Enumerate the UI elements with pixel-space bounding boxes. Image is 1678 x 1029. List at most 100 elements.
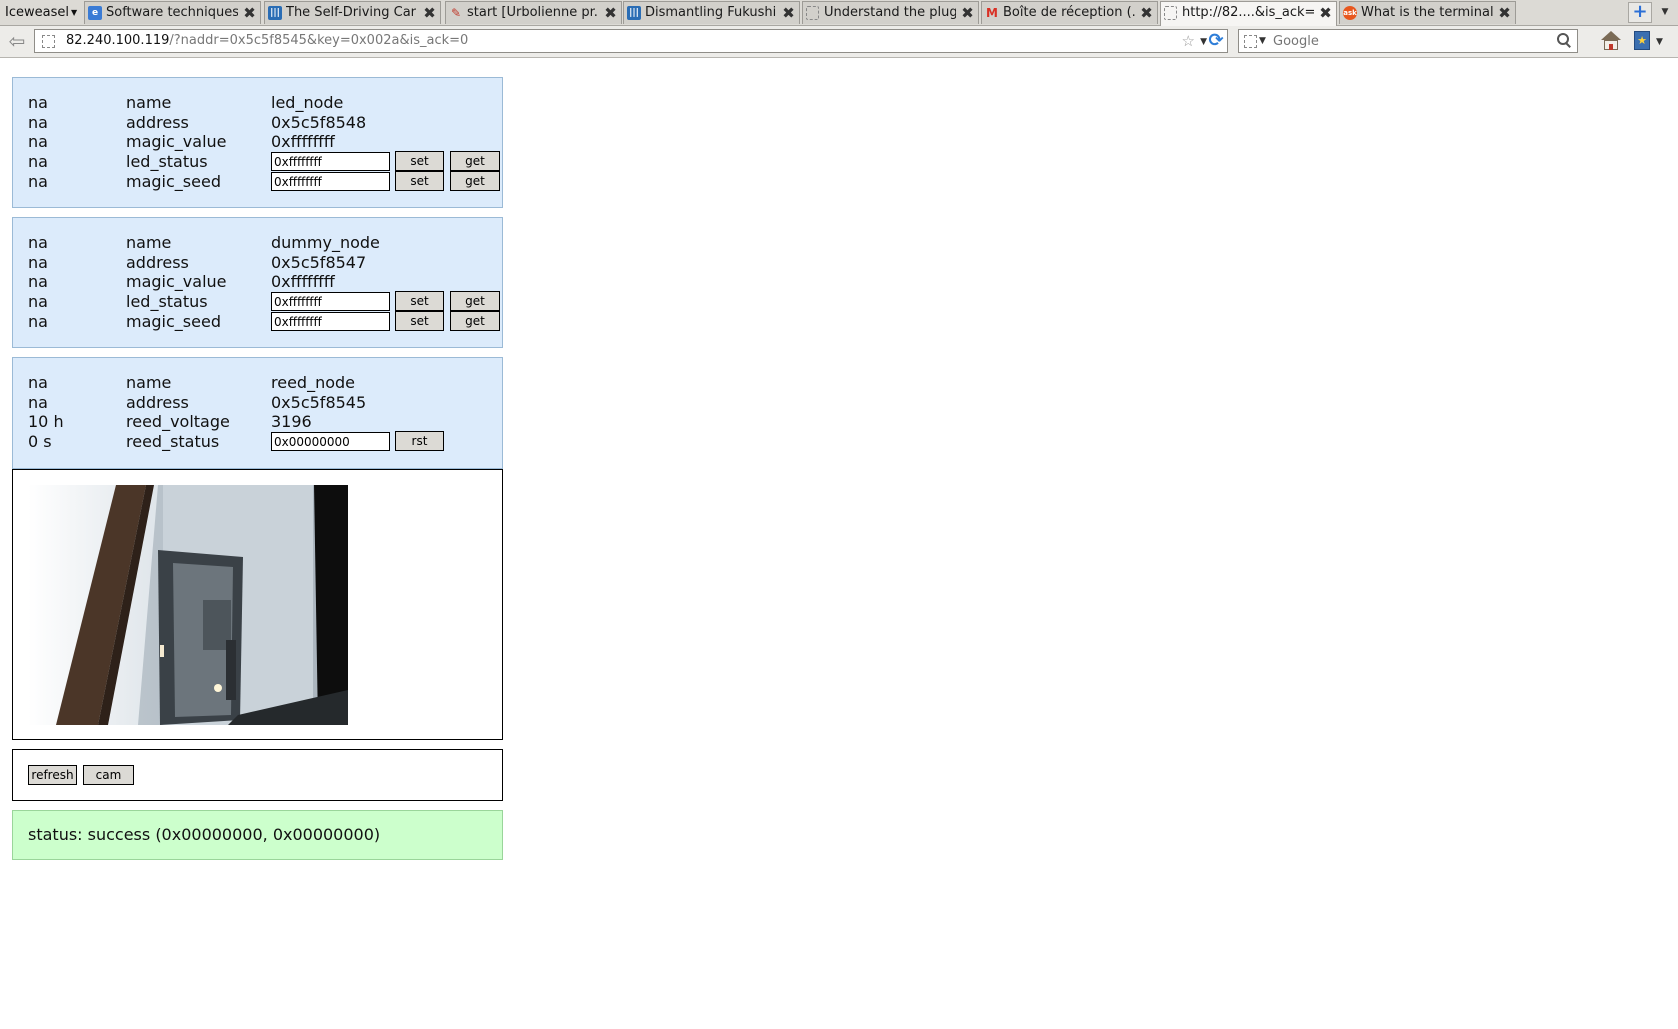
app-menu-button[interactable]: Iceweasel ▼ (3, 2, 79, 23)
search-input[interactable] (1273, 31, 1533, 51)
field-status: na (28, 312, 48, 331)
navigation-bar: ⇦ 82.240.100.119/?naddr=0x5c5f8545&key=0… (0, 26, 1678, 58)
get-button[interactable]: get (450, 291, 500, 311)
site-identity-icon[interactable] (42, 35, 55, 48)
chevron-down-icon: ▼ (70, 8, 78, 17)
chevron-down-icon: ▼ (1656, 37, 1663, 47)
tab-title: http://82....&is_ack=0 (1182, 5, 1314, 20)
tab-title: start [Urbolienne pr... (467, 5, 599, 20)
node-panel: na name dummy_node na address 0x5c5f8547 na mag… (12, 217, 503, 348)
set-button[interactable]: set (395, 151, 444, 171)
tab-active[interactable]: http://82....&is_ack=0 ✖ (1160, 1, 1337, 26)
close-icon[interactable]: ✖ (1318, 6, 1333, 21)
back-button[interactable]: ⇦ (4, 30, 30, 52)
camera-image (28, 485, 348, 725)
field-status: na (28, 292, 48, 311)
field-name: reed_status (126, 432, 220, 451)
field-value: 0xffffffff (271, 272, 335, 291)
home-icon (1601, 31, 1621, 40)
field-value: reed_node (271, 373, 355, 392)
tab[interactable]: ask What is the terminal... ✖ (1339, 1, 1516, 24)
get-button[interactable]: get (450, 311, 500, 331)
tab-title: Dismantling Fukushi... (645, 5, 777, 20)
field-name: led_status (126, 152, 208, 171)
home-button[interactable] (1598, 29, 1624, 53)
field-status: na (28, 113, 48, 132)
field-value: 0x5c5f8548 (271, 113, 367, 132)
field-value-input[interactable] (271, 152, 390, 171)
tab[interactable]: e Software techniques... ✖ (84, 1, 261, 24)
close-icon[interactable]: ✖ (781, 6, 796, 21)
refresh-button[interactable]: refresh (28, 765, 77, 785)
tab-list-button[interactable]: ▼ (1656, 2, 1674, 23)
search-engine-dropdown[interactable]: ▼ (1259, 34, 1266, 48)
field-value-input[interactable] (271, 432, 390, 451)
close-icon[interactable]: ✖ (1139, 6, 1154, 21)
search-icon[interactable] (1556, 32, 1572, 48)
field-name: address (126, 253, 189, 272)
blank-page-icon (1164, 6, 1177, 20)
field-name: address (126, 113, 189, 132)
set-button[interactable]: set (395, 171, 444, 191)
field-value-input[interactable] (271, 172, 390, 191)
tab[interactable]: ||| Dismantling Fukushi... ✖ (623, 1, 800, 24)
get-button[interactable]: get (450, 171, 500, 191)
field-status: na (28, 253, 48, 272)
back-arrow-icon: ⇦ (8, 29, 26, 53)
reset-button[interactable]: rst (395, 431, 444, 451)
close-icon[interactable]: ✖ (603, 6, 618, 21)
field-name: name (126, 93, 172, 112)
field-name: magic_value (126, 132, 227, 151)
field-status: na (28, 272, 48, 291)
url-bar[interactable]: 82.240.100.119/?naddr=0x5c5f8545&key=0x0… (34, 29, 1228, 53)
search-bar: ▼ (1238, 29, 1578, 53)
chevron-down-icon: ▼ (1259, 36, 1266, 46)
field-status: na (28, 172, 48, 191)
tab[interactable]: Understand the plug... ✖ (802, 1, 979, 24)
url-history-dropdown[interactable]: ▼ (1200, 34, 1207, 50)
reload-button[interactable]: ⟳ (1207, 31, 1225, 51)
close-icon[interactable]: ✖ (1497, 6, 1512, 21)
field-status: na (28, 373, 48, 392)
bookmarks-icon: ★ (1634, 31, 1650, 50)
search-engine-icon[interactable] (1244, 35, 1257, 48)
field-value-input[interactable] (271, 312, 390, 331)
set-button[interactable]: set (395, 291, 444, 311)
set-button[interactable]: set (395, 311, 444, 331)
field-name: magic_seed (126, 172, 221, 191)
url-text[interactable]: 82.240.100.119/?naddr=0x5c5f8545&key=0x0… (66, 30, 468, 52)
bookmarks-dropdown[interactable]: ▼ (1656, 36, 1663, 48)
field-value-input[interactable] (271, 292, 390, 311)
status-text: status: success (0x00000000, 0x00000000) (28, 825, 381, 844)
tab[interactable]: M Boîte de réception (... ✖ (981, 1, 1158, 24)
field-status: na (28, 233, 48, 252)
node-panel: na name led_node na address 0x5c5f8548 na magic… (12, 77, 503, 208)
field-status: na (28, 152, 48, 171)
field-status: 0 s (28, 432, 52, 451)
field-value: 0xffffffff (271, 132, 335, 151)
tab-title: Boîte de réception (... (1003, 5, 1135, 20)
browser-page-icon: e (88, 6, 102, 20)
field-status: na (28, 132, 48, 151)
new-tab-button[interactable]: + (1628, 2, 1652, 23)
close-icon[interactable]: ✖ (960, 6, 975, 21)
camera-panel (12, 469, 503, 740)
get-button[interactable]: get (450, 151, 500, 171)
app-menu-label: Iceweasel (5, 5, 69, 20)
cam-button[interactable]: cam (83, 765, 134, 785)
node-panel: na name reed_node na address 0x5c5f8545 10 h re… (12, 357, 503, 469)
tab[interactable]: ✎ start [Urbolienne pr... ✖ (445, 1, 622, 24)
close-icon[interactable]: ✖ (422, 6, 437, 21)
close-icon[interactable]: ✖ (242, 6, 257, 21)
field-value: 0x5c5f8547 (271, 253, 367, 272)
field-value: 3196 (271, 412, 312, 431)
chevron-down-icon: ▼ (1200, 37, 1207, 47)
bookmarks-button[interactable]: ★ (1632, 29, 1654, 53)
tab[interactable]: ||| The Self-Driving Car ... ✖ (264, 1, 441, 24)
status-panel: status: success (0x00000000, 0x00000000) (12, 810, 503, 860)
tab-bar: Iceweasel ▼ e Software techniques... ✖ ||| Th… (0, 0, 1678, 26)
site-logo-icon: ||| (627, 6, 641, 20)
chevron-down-icon: ▼ (1661, 7, 1669, 17)
blank-page-icon (806, 6, 819, 20)
bookmark-star-icon[interactable]: ☆ (1182, 32, 1195, 50)
